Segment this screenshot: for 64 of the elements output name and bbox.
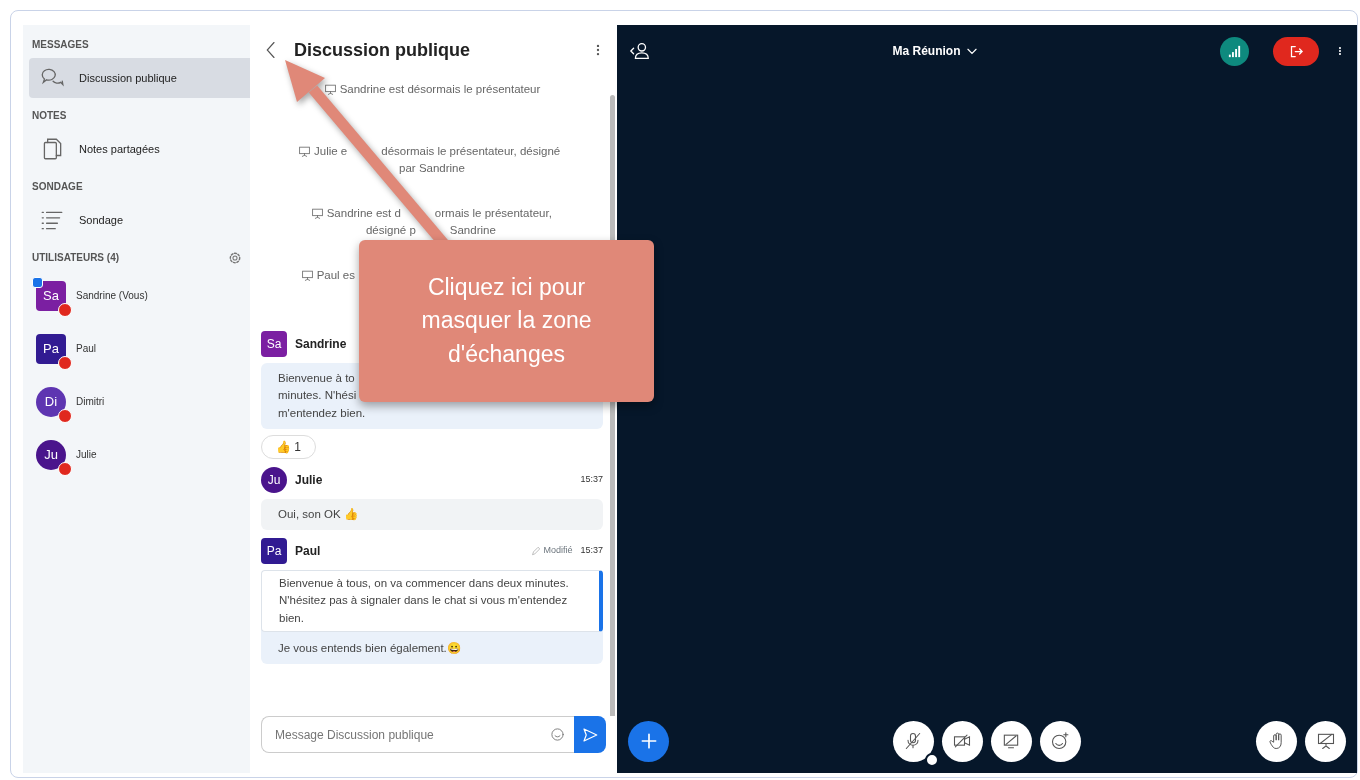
system-message: ormais le présentateur, — [434, 206, 552, 221]
avatar: Sa — [36, 280, 66, 311]
author-name: Julie — [295, 471, 323, 489]
section-heading: NOTES — [31, 109, 68, 123]
timestamp: 15:37 — [580, 473, 603, 486]
user-item[interactable]: Di Dimitri — [23, 375, 250, 428]
signal-bars-icon — [1227, 43, 1242, 59]
reactions-button[interactable] — [1039, 720, 1081, 762]
message-input[interactable]: Message Discussion publique — [261, 716, 574, 753]
add-button[interactable] — [628, 720, 669, 762]
raise-hand-button[interactable] — [1256, 720, 1297, 762]
system-message: désormais le présentateur, désigné — [381, 144, 561, 159]
leave-button[interactable] — [1273, 36, 1319, 66]
avatar: Ju — [36, 439, 66, 470]
section-heading: MESSAGES — [31, 38, 90, 52]
send-button[interactable] — [574, 716, 606, 753]
chat-title: Discussion publique — [294, 38, 472, 62]
author-name: Paul — [295, 543, 321, 560]
sidebar-item[interactable]: Notes partagées — [29, 129, 250, 169]
user-item[interactable]: Ju Julie — [23, 428, 250, 481]
avatar: Sa — [261, 331, 287, 357]
message-text: Je vous entends bien également.😀 — [278, 640, 462, 656]
sidebar-item[interactable]: Discussion publique — [29, 58, 250, 98]
message-text: Bienvenue à to — [278, 371, 356, 386]
camera-off-button[interactable] — [941, 720, 983, 762]
message-bubble: Oui, son OK 👍 — [261, 498, 603, 530]
message-text: minutes. N'hési — [278, 388, 358, 404]
settings-icon[interactable] — [228, 250, 242, 265]
system-message: Paul es — [316, 268, 355, 283]
screen-share-off-button[interactable] — [990, 720, 1032, 762]
system-message: Julie e — [314, 144, 348, 159]
user-item[interactable]: Sa Sandrine (Vous) — [23, 269, 250, 322]
avatar: Pa — [261, 538, 287, 564]
callout-text: Cliquez ici pour masquer la zone d'échanges — [359, 240, 654, 402]
section-heading: SONDAGE — [31, 180, 84, 194]
system-message: Sandrine est d — [326, 206, 401, 221]
users-toggle-icon[interactable] — [629, 40, 651, 62]
exit-icon — [1288, 43, 1304, 59]
user-item[interactable]: Pa Paul — [23, 322, 250, 375]
presentation-off-icon — [1315, 731, 1336, 751]
smiley-icon — [1050, 731, 1070, 751]
connection-status-button[interactable] — [1220, 36, 1249, 66]
edited-label: Modifié — [530, 544, 573, 558]
quoted-message: Bienvenue à tous, on va commencer dans deux minutes. N'hésitez pas à signaler dans le chat si vous m'entendez bien. — [261, 570, 603, 632]
screen-icon — [298, 145, 311, 158]
avatar: Di — [36, 386, 66, 417]
timestamp: 15:37 — [580, 544, 603, 558]
mic-off-icon — [903, 731, 923, 751]
screen-icon — [300, 269, 314, 282]
section-heading: UTILISATEURS (4) — [31, 251, 121, 265]
screen-icon — [323, 83, 337, 96]
message-text: m'entendez bien. — [278, 405, 367, 421]
system-message: Sandrine — [449, 223, 496, 239]
meeting-title[interactable]: Ma Réunion — [892, 42, 961, 60]
system-message: désigné p — [365, 223, 416, 239]
avatar: Pa — [36, 333, 66, 364]
presentation-button[interactable] — [1305, 720, 1346, 762]
avatar: Ju — [261, 466, 287, 493]
screen-icon — [310, 207, 324, 220]
sidebar-item[interactable]: Sondage — [29, 200, 250, 240]
author-name: Sandrine — [295, 336, 347, 353]
pencil-icon — [530, 545, 541, 556]
system-message: par Sandrine — [399, 161, 465, 177]
system-message: Sandrine est désormais le présentateur — [339, 82, 541, 97]
